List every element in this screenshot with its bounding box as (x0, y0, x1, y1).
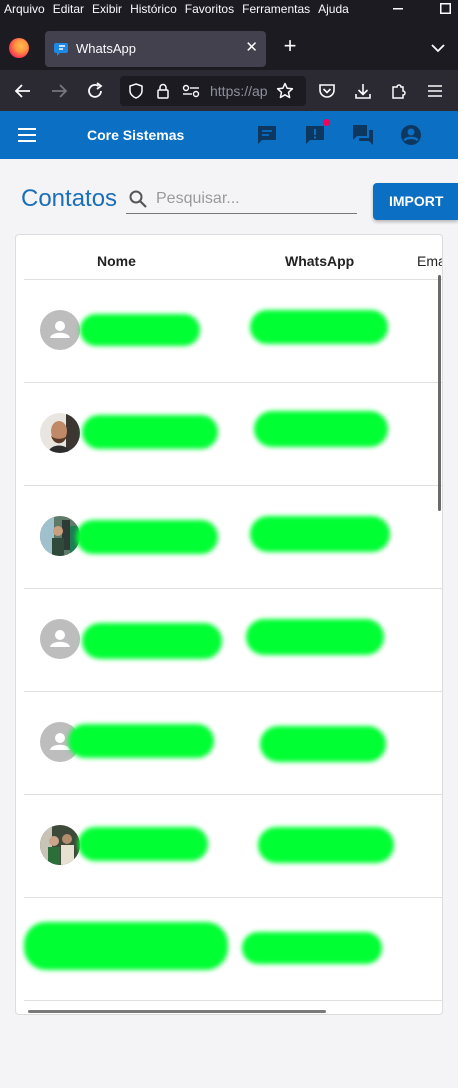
redacted-whatsapp (254, 411, 388, 447)
menu-favoritos[interactable]: Favoritos (181, 2, 238, 16)
avatar (40, 619, 80, 659)
permissions-icon[interactable] (182, 84, 200, 98)
menu-editar[interactable]: Editar (49, 2, 88, 16)
column-header-nome[interactable]: Nome (97, 253, 136, 269)
reload-icon[interactable] (84, 80, 106, 102)
star-icon[interactable] (276, 82, 294, 100)
person-icon (50, 630, 70, 647)
table-row[interactable] (24, 795, 442, 898)
search-icon (129, 190, 147, 208)
redacted-name (78, 827, 208, 861)
table-row[interactable] (24, 383, 442, 486)
app-bar: Core Sistemas (0, 111, 458, 159)
maximize-icon[interactable] (435, 0, 455, 17)
chevron-down-icon[interactable] (428, 38, 448, 58)
pocket-icon[interactable] (316, 80, 338, 102)
redacted-whatsapp (246, 619, 384, 655)
menu-ajuda[interactable]: Ajuda (314, 2, 353, 16)
redacted-whatsapp (260, 726, 386, 762)
table-row[interactable] (24, 486, 442, 589)
whatsapp-favicon-icon (54, 43, 68, 56)
browser-navbar: https://ap (0, 70, 458, 111)
forward-arrow-icon[interactable] (48, 80, 70, 102)
notification-badge (323, 119, 330, 126)
redacted-whatsapp (250, 310, 388, 344)
extensions-icon[interactable] (388, 80, 410, 102)
avatar (40, 516, 80, 556)
shield-icon[interactable] (128, 83, 144, 99)
menu-historico[interactable]: Histórico (126, 2, 181, 16)
redacted-whatsapp (242, 932, 382, 964)
minimize-icon[interactable] (388, 0, 408, 17)
redacted-name (80, 314, 200, 346)
table-header: Nome WhatsApp Ema (24, 235, 442, 280)
redacted-name (24, 922, 228, 970)
download-icon[interactable] (352, 80, 374, 102)
search-field[interactable] (126, 183, 357, 214)
redacted-whatsapp (250, 516, 390, 552)
contacts-table: Nome WhatsApp Ema (15, 234, 443, 1015)
vertical-scrollbar[interactable] (438, 275, 441, 511)
lock-icon[interactable] (156, 83, 170, 99)
redacted-name (82, 415, 218, 449)
avatar (40, 310, 80, 350)
forum-icon[interactable] (351, 123, 375, 147)
tab-strip: WhatsApp ✕ + (0, 17, 458, 70)
account-icon[interactable] (399, 123, 423, 147)
column-header-whatsapp[interactable]: WhatsApp (285, 253, 354, 269)
page-title: Contatos (21, 185, 118, 212)
back-arrow-icon[interactable] (12, 80, 34, 102)
tab-title: WhatsApp (76, 41, 136, 56)
menu-ferramentas[interactable]: Ferramentas (238, 2, 314, 16)
table-row[interactable] (24, 280, 442, 383)
feedback-icon[interactable] (303, 123, 327, 147)
hamburger-menu-icon[interactable] (424, 80, 446, 102)
url-bar[interactable]: https://ap (120, 76, 306, 106)
redacted-name (76, 520, 218, 554)
import-button[interactable]: IMPORT (373, 183, 458, 220)
person-icon (50, 321, 70, 338)
redacted-name (82, 623, 222, 659)
table-row[interactable] (24, 589, 442, 692)
close-icon[interactable]: ✕ (245, 38, 258, 56)
avatar (40, 413, 80, 453)
menu-exibir[interactable]: Exibir (88, 2, 126, 16)
avatar (40, 825, 80, 865)
menu-arquivo[interactable]: Arquivo (0, 2, 49, 16)
firefox-logo-icon[interactable] (9, 38, 29, 58)
redacted-whatsapp (258, 827, 394, 863)
tab-whatsapp[interactable]: WhatsApp ✕ (45, 31, 266, 67)
app-title: Core Sistemas (87, 127, 185, 143)
url-text: https://ap (210, 83, 268, 99)
chat-icon[interactable] (255, 123, 279, 147)
menu-icon[interactable] (15, 123, 39, 147)
horizontal-scrollbar[interactable] (28, 1010, 326, 1013)
plus-icon[interactable]: + (280, 35, 300, 57)
search-input[interactable] (156, 188, 351, 210)
table-row[interactable] (24, 692, 442, 795)
redacted-name (68, 724, 214, 758)
table-row[interactable] (24, 898, 442, 1001)
column-header-email[interactable]: Ema (417, 253, 442, 269)
